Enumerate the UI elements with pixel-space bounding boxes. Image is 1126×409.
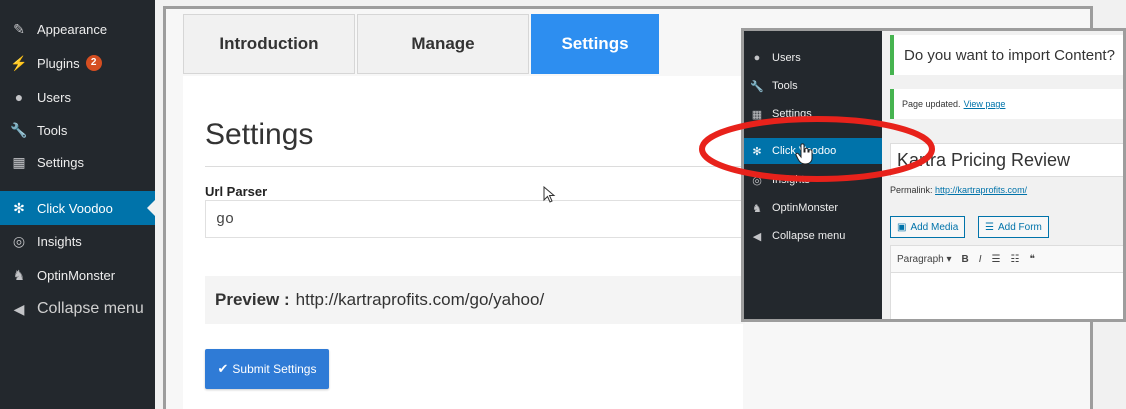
- add-form-button[interactable]: ☰ Add Form: [978, 216, 1049, 238]
- bullet-list-icon[interactable]: ☰: [992, 254, 1001, 265]
- collapse-menu[interactable]: ◀ Collapse menu: [0, 292, 155, 326]
- format-select[interactable]: Paragraph ▾: [897, 254, 952, 265]
- numbered-list-icon[interactable]: ☷: [1011, 254, 1020, 265]
- sidebar-item-label: OptinMonster: [37, 267, 116, 283]
- inset-sidebar-item-optinmonster[interactable]: ♞ OptinMonster: [744, 195, 882, 221]
- collapse-icon: ◀: [13, 300, 25, 317]
- highlight-ellipse: [699, 116, 935, 182]
- preview-url: http://kartraprofits.com/go/yahoo/: [295, 290, 545, 309]
- checkmark-icon: ✔: [217, 361, 229, 376]
- italic-icon[interactable]: I: [979, 254, 982, 265]
- inset-sidebar-label: Tools: [772, 80, 798, 92]
- add-media-label: Add Media: [910, 221, 959, 233]
- import-notice: Do you want to import Content?: [890, 35, 1123, 75]
- submit-label: Submit Settings: [232, 362, 317, 376]
- inset-collapse-menu[interactable]: ◀ Collapse menu: [744, 223, 882, 249]
- sidebar-item-settings[interactable]: ▦ Settings: [0, 145, 155, 179]
- add-form-label: Add Form: [997, 221, 1042, 233]
- submit-settings-button[interactable]: ✔ Submit Settings: [205, 349, 329, 389]
- url-parser-input[interactable]: go: [205, 200, 745, 238]
- update-count-badge: 2: [85, 55, 102, 71]
- inset-sidebar-label: OptinMonster: [772, 202, 839, 214]
- wrench-icon: 🔧: [10, 121, 28, 138]
- bold-icon[interactable]: B: [962, 254, 969, 265]
- tab-bar: Introduction Manage Settings: [183, 14, 661, 76]
- permalink-label: Permalink:: [890, 185, 933, 195]
- media-icon: ▣: [897, 221, 907, 233]
- collapse-icon: ◀: [752, 230, 762, 243]
- sidebar-item-appearance[interactable]: ✎ Appearance: [0, 12, 155, 46]
- users-icon: ●: [14, 89, 24, 105]
- inset-sidebar-item-users[interactable]: ● Users: [744, 45, 882, 71]
- sidebar-item-label: Plugins: [37, 55, 80, 71]
- tab-manage[interactable]: Manage: [357, 14, 529, 74]
- form-icon: ☰: [985, 221, 994, 233]
- tab-settings[interactable]: Settings: [531, 14, 659, 74]
- mouse-cursor-icon: [543, 186, 556, 203]
- sidebar-item-label: Users: [37, 89, 71, 105]
- add-media-button[interactable]: ▣ Add Media: [890, 216, 966, 238]
- blockquote-icon[interactable]: ❝: [1029, 254, 1034, 265]
- permalink: Permalink: http://kartraprofits.com/: [890, 185, 1027, 195]
- wrench-icon: 🔧: [750, 80, 764, 93]
- url-parser-label: Url Parser: [205, 184, 268, 199]
- title-divider: [205, 166, 745, 167]
- permalink-link[interactable]: http://kartraprofits.com/: [935, 185, 1027, 195]
- optinmonster-icon: ♞: [752, 202, 762, 215]
- sidebar-item-label: Insights: [37, 233, 82, 249]
- sidebar-item-plugins[interactable]: ⚡ Plugins 2: [0, 46, 155, 80]
- sidebar-item-click-voodoo[interactable]: ✻ Click Voodoo: [0, 191, 155, 225]
- insights-icon: ◎: [12, 232, 26, 249]
- sidebar-item-users[interactable]: ● Users: [0, 80, 155, 114]
- page-title: Settings: [205, 118, 314, 151]
- optinmonster-icon: ♞: [12, 266, 26, 283]
- tab-introduction[interactable]: Introduction: [183, 14, 355, 74]
- inset-sidebar-label: Collapse menu: [772, 230, 846, 242]
- editor-toolbar: Paragraph ▾ B I ☰ ☷ ❝: [891, 246, 1123, 273]
- sidebar-item-insights[interactable]: ◎ Insights: [0, 224, 155, 258]
- sidebar-item-label: Click Voodoo: [37, 200, 113, 216]
- plugins-icon: ⚡: [10, 54, 28, 71]
- settings-icon: ▦: [12, 153, 26, 170]
- view-page-link[interactable]: View page: [964, 99, 1006, 109]
- preview-box: Preview : http://kartraprofits.com/go/ya…: [205, 276, 745, 324]
- sidebar-item-tools[interactable]: 🔧 Tools: [0, 113, 155, 147]
- preview-label: Preview :: [215, 290, 290, 309]
- format-select-value: Paragraph: [897, 253, 944, 265]
- sidebar-item-label: Collapse menu: [37, 300, 144, 317]
- inset-sidebar-item-tools[interactable]: 🔧 Tools: [744, 73, 882, 99]
- page-updated-text: Page updated.: [902, 99, 961, 109]
- content-editor[interactable]: Paragraph ▾ B I ☰ ☷ ❝: [890, 245, 1123, 319]
- inset-sidebar-label: Users: [772, 52, 801, 64]
- users-icon: ●: [753, 52, 761, 64]
- paintbrush-icon: ✎: [13, 20, 25, 37]
- gear-icon: ✻: [13, 199, 25, 216]
- sidebar-item-label: Appearance: [37, 21, 108, 37]
- admin-sidebar: ✎ Appearance ⚡ Plugins 2 ● Users 🔧 Tools…: [0, 0, 155, 409]
- sidebar-item-label: Tools: [37, 122, 68, 138]
- sidebar-item-optinmonster[interactable]: ♞ OptinMonster: [0, 258, 155, 292]
- hand-cursor-icon: [795, 143, 813, 165]
- sidebar-item-label: Settings: [37, 154, 84, 170]
